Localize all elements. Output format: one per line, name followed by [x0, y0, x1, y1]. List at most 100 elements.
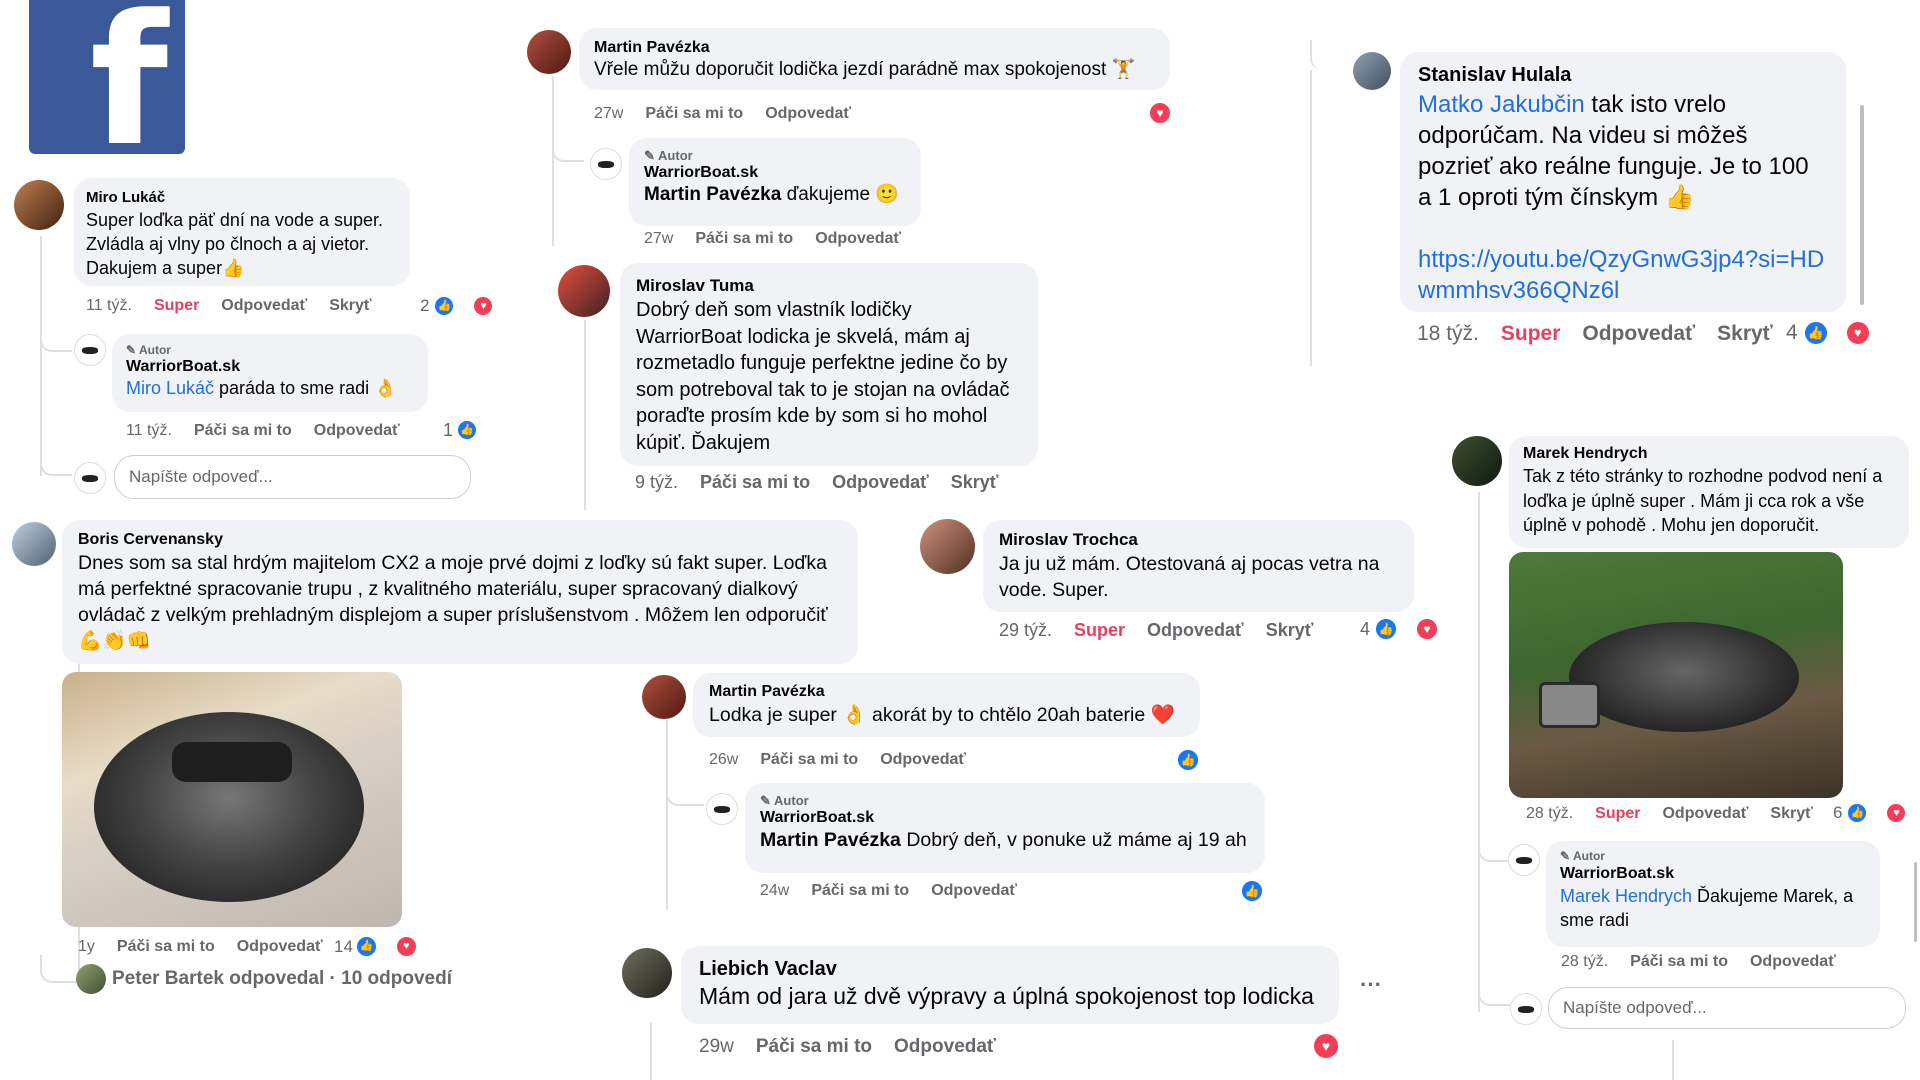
mention-link[interactable]: Matko Jakubčin — [1418, 91, 1585, 118]
hide-button[interactable]: Skryť — [1266, 620, 1314, 640]
reply-author[interactable]: WarriorBoat.sk — [760, 808, 1250, 828]
hide-button[interactable]: Skryť — [329, 297, 371, 314]
mention-name[interactable]: Martin Pavézka — [644, 184, 781, 205]
mention-name[interactable]: Martin Pavézka — [760, 829, 901, 851]
avatar[interactable] — [76, 964, 106, 994]
reply-button[interactable]: Odpovedať — [832, 472, 929, 492]
reply-button[interactable]: Odpovedať — [1147, 620, 1244, 640]
timestamp[interactable]: 28 týž. — [1526, 805, 1573, 822]
reply-author[interactable]: WarriorBoat.sk — [126, 357, 414, 377]
avatar[interactable] — [527, 30, 571, 74]
reply-button[interactable]: Odpovedať — [880, 751, 966, 768]
like-button[interactable]: Páči sa mi to — [645, 105, 743, 122]
reply-text: Dobrý deň, v ponuke už máme aj 19 ah — [900, 829, 1247, 851]
scrollbar[interactable] — [1914, 862, 1917, 942]
comment-author[interactable]: Liebich Vaclav — [699, 956, 1321, 982]
timestamp[interactable]: 9 týž. — [635, 472, 678, 492]
like-button[interactable]: Páči sa mi to — [117, 938, 215, 955]
timestamp[interactable]: 29w — [699, 1036, 734, 1057]
reaction-summary[interactable]: 2 👍 ♥ — [420, 295, 516, 317]
like-button[interactable]: Páči sa mi to — [811, 882, 909, 899]
timestamp[interactable]: 18 týž. — [1417, 322, 1479, 345]
comment-author[interactable]: Miroslav Trochca — [999, 529, 1398, 551]
reaction-summary[interactable]: ♥ — [1312, 1032, 1340, 1060]
reaction-summary[interactable]: 4 👍 ♥ — [1360, 617, 1461, 641]
reaction-summary[interactable]: 4 👍 ♥ — [1786, 320, 1893, 346]
comment-photo[interactable] — [62, 672, 402, 927]
like-button[interactable]: Páči sa mi to — [695, 230, 793, 247]
reaction-summary[interactable]: 1 👍 — [443, 419, 500, 441]
like-button[interactable]: Páči sa mi to — [194, 422, 292, 439]
comment-author[interactable]: Miro Lukáč — [86, 188, 398, 208]
mention-link[interactable]: Miro Lukáč — [126, 378, 214, 398]
reply-input[interactable]: Napíšte odpoveď... — [114, 455, 471, 499]
hide-button[interactable]: Skryť — [1770, 805, 1812, 822]
comment-author[interactable]: Marek Hendrych — [1523, 444, 1895, 464]
reply-button[interactable]: Odpovedať — [815, 230, 901, 247]
timestamp[interactable]: 27w — [644, 230, 673, 247]
warriorboat-avatar[interactable] — [706, 793, 738, 825]
hide-button[interactable]: Skryť — [951, 472, 999, 492]
reply-button[interactable]: Odpovedať — [931, 882, 1017, 899]
like-button[interactable]: Páči sa mi to — [700, 472, 810, 492]
timestamp[interactable]: 27w — [594, 105, 623, 122]
avatar[interactable] — [622, 948, 672, 998]
comment-photo[interactable] — [1509, 552, 1843, 798]
comment-author[interactable]: Miroslav Tuma — [636, 275, 1022, 297]
reaction-button[interactable]: Super — [1074, 620, 1125, 640]
like-button[interactable]: Páči sa mi to — [1630, 953, 1728, 970]
timestamp[interactable]: 1y — [78, 938, 95, 955]
reply-button[interactable]: Odpovedať — [1582, 322, 1695, 345]
reaction-summary[interactable]: 👍 — [1176, 748, 1200, 772]
reaction-button[interactable]: Super — [1595, 805, 1640, 822]
warriorboat-avatar[interactable] — [590, 148, 622, 180]
warriorboat-avatar[interactable] — [74, 334, 106, 366]
comment-author[interactable]: Martin Pavézka — [709, 682, 1184, 702]
like-icon: 👍 — [1240, 879, 1264, 903]
avatar[interactable] — [642, 675, 686, 719]
reply-input[interactable]: Napíšte odpoveď... — [1548, 987, 1906, 1029]
timestamp[interactable]: 11 týž. — [86, 297, 132, 314]
timestamp[interactable]: 28 týž. — [1561, 953, 1608, 970]
timestamp[interactable]: 24w — [760, 882, 789, 899]
reaction-summary[interactable]: 14 👍 ♥ — [334, 935, 440, 958]
scrollbar[interactable] — [1860, 105, 1864, 305]
reply-text: ďakujeme 🙂 — [781, 184, 900, 205]
reply-button[interactable]: Odpovedať — [1662, 805, 1748, 822]
reply-button[interactable]: Odpovedať — [894, 1036, 996, 1057]
reply-author[interactable]: WarriorBoat.sk — [1560, 864, 1866, 884]
avatar[interactable] — [920, 519, 975, 574]
comment-author[interactable]: Boris Cervenansky — [78, 530, 842, 550]
timestamp[interactable]: 29 týž. — [999, 620, 1052, 640]
avatar[interactable] — [558, 265, 610, 317]
reaction-summary[interactable]: 👍 — [1240, 879, 1264, 903]
timestamp[interactable]: 26w — [709, 751, 738, 768]
like-button[interactable]: Páči sa mi to — [760, 751, 858, 768]
reaction-summary[interactable]: ♥ — [1148, 101, 1172, 125]
comment-author[interactable]: Martin Pavézka — [594, 38, 1155, 58]
reaction-button[interactable]: Super — [1501, 322, 1561, 345]
comment-bubble: Stanislav Hulala Matko Jakubčin tak isto… — [1400, 52, 1846, 312]
warriorboat-avatar[interactable] — [1508, 844, 1540, 876]
reply-author[interactable]: WarriorBoat.sk — [644, 163, 906, 183]
more-options-button[interactable]: ··· — [1360, 972, 1382, 998]
reply-button[interactable]: Odpovedať — [221, 297, 307, 314]
reply-button[interactable]: Odpovedať — [314, 422, 400, 439]
avatar[interactable] — [12, 522, 56, 566]
reply-button[interactable]: Odpovedať — [765, 105, 851, 122]
reaction-count: 4 — [1786, 321, 1798, 344]
hide-button[interactable]: Skryť — [1717, 322, 1773, 345]
avatar[interactable] — [1452, 436, 1502, 486]
reply-button[interactable]: Odpovedať — [1750, 953, 1836, 970]
video-link[interactable]: https://youtu.be/QzyGnwG3jp4?si=HDwmmhsv… — [1418, 246, 1824, 304]
reaction-summary[interactable]: 6👍♥☺ — [1833, 802, 1920, 824]
mention-link[interactable]: Marek Hendrych — [1560, 886, 1692, 906]
avatar[interactable] — [1353, 52, 1391, 90]
reply-button[interactable]: Odpovedať — [237, 938, 323, 955]
comment-author[interactable]: Stanislav Hulala — [1418, 62, 1828, 89]
like-button[interactable]: Páči sa mi to — [756, 1036, 872, 1057]
avatar[interactable] — [14, 180, 64, 230]
view-replies-link[interactable]: Peter Bartek odpovedal · 10 odpovedí — [112, 968, 452, 990]
timestamp[interactable]: 11 týž. — [126, 422, 172, 439]
reaction-button[interactable]: Super — [154, 297, 199, 314]
